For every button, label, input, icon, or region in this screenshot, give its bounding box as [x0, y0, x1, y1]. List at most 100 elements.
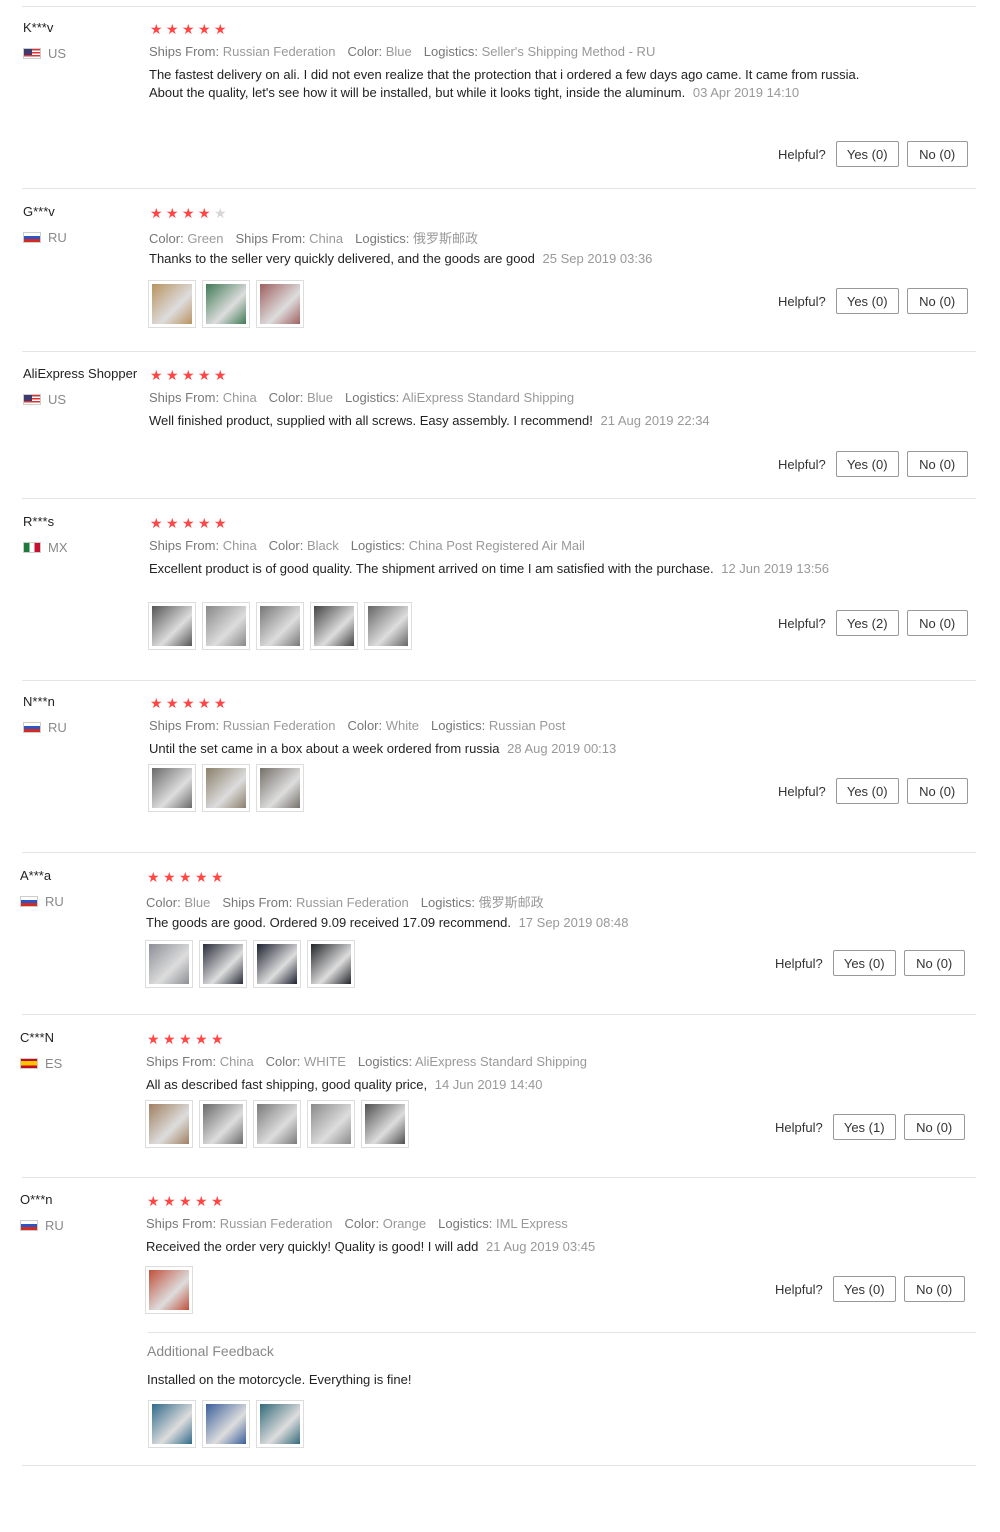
helpful-yes-button[interactable]: Yes (0)	[835, 778, 899, 804]
review-photo-image	[311, 1104, 351, 1144]
review-photos	[145, 1266, 193, 1314]
review-photo-image	[149, 1104, 189, 1144]
reviewer-name: K***v	[23, 20, 54, 35]
meta-key: Color:	[344, 1216, 380, 1231]
star-rating: ★ ★ ★ ★ ★	[150, 516, 230, 530]
helpful-yes-button[interactable]: Yes (0)	[835, 141, 899, 167]
review-photo[interactable]	[256, 280, 304, 328]
mx-flag-icon	[23, 542, 41, 553]
helpful-no-button[interactable]: No (0)	[903, 1276, 965, 1302]
additional-photo[interactable]	[148, 1400, 196, 1448]
meta-key: Ships From:	[235, 231, 306, 246]
helpful-yes-button[interactable]: Yes (0)	[835, 451, 899, 477]
helpful-yes-button[interactable]: Yes (0)	[832, 1276, 896, 1302]
helpful-no-button[interactable]: No (0)	[903, 1114, 965, 1140]
helpful-yes-button[interactable]: Yes (0)	[835, 288, 899, 314]
helpful-no-button[interactable]: No (0)	[906, 141, 968, 167]
helpful-label: Helpful?	[778, 146, 826, 162]
star-filled-icon: ★	[182, 205, 195, 221]
helpful-yes-button[interactable]: Yes (2)	[835, 610, 899, 636]
reviewer-country: US	[23, 46, 66, 61]
review-photo[interactable]	[364, 602, 412, 650]
helpful-yes-button[interactable]: Yes (1)	[832, 1114, 896, 1140]
meta-value: AliExpress Standard Shipping	[402, 390, 575, 405]
meta-value: Orange	[382, 1216, 427, 1231]
meta-value: China	[309, 231, 344, 246]
helpful-controls: Helpful? Yes (1) No (0)	[775, 1114, 965, 1140]
country-code: RU	[45, 894, 64, 909]
review-photo[interactable]	[145, 940, 193, 988]
helpful-no-button[interactable]: No (0)	[903, 950, 965, 976]
review-photo[interactable]	[202, 280, 250, 328]
helpful-label: Helpful?	[775, 1119, 823, 1135]
divider	[22, 498, 976, 499]
ru-flag-icon	[23, 722, 41, 733]
additional-photo[interactable]	[256, 1400, 304, 1448]
meta-value: China Post Registered Air Mail	[408, 538, 585, 553]
es-flag-icon	[20, 1058, 38, 1069]
helpful-no-button[interactable]: No (0)	[906, 451, 968, 477]
country-code: US	[48, 392, 67, 407]
additional-feedback-photos	[148, 1400, 304, 1448]
review-photo[interactable]	[310, 602, 358, 650]
star-filled-icon: ★	[179, 1193, 192, 1209]
country-code: RU	[48, 230, 67, 245]
star-filled-icon: ★	[214, 695, 227, 711]
review-photo[interactable]	[307, 1100, 355, 1148]
meta-key: Logistics:	[357, 1054, 413, 1069]
review-photo-image	[314, 606, 354, 646]
review-meta: Ships From: Russian Federation Color: Ora…	[146, 1216, 580, 1231]
review-photo[interactable]	[202, 764, 250, 812]
meta-value: White	[385, 718, 419, 733]
review-meta: Ships From: China Color: Black Logistics: …	[149, 538, 597, 553]
review-photo[interactable]	[199, 1100, 247, 1148]
review-meta: Color: Green Ships From: China Logistics: …	[149, 228, 490, 247]
meta-key: Ships From:	[146, 1216, 217, 1231]
meta-key: Color:	[146, 895, 181, 910]
review-photo-image	[260, 1404, 300, 1444]
meta-key: Logistics:	[420, 895, 475, 910]
review-date: 21 Aug 2019 03:45	[486, 1239, 596, 1254]
review-body: Received the order very quickly! Quality…	[146, 1239, 479, 1254]
review-photo[interactable]	[202, 602, 250, 650]
review-photo[interactable]	[361, 1100, 409, 1148]
meta-key: Color:	[149, 231, 184, 246]
country-code: RU	[45, 1218, 64, 1233]
review-photo[interactable]	[256, 764, 304, 812]
helpful-no-button[interactable]: No (0)	[906, 778, 968, 804]
review-photo-image	[203, 1104, 243, 1144]
star-filled-icon: ★	[147, 1193, 160, 1209]
review-photo[interactable]	[148, 764, 196, 812]
helpful-yes-button[interactable]: Yes (0)	[832, 950, 896, 976]
review-photo[interactable]	[148, 280, 196, 328]
star-filled-icon: ★	[211, 1193, 224, 1209]
star-filled-icon: ★	[150, 515, 163, 531]
review-photo[interactable]	[307, 940, 355, 988]
helpful-controls: Helpful? Yes (0) No (0)	[775, 1276, 965, 1302]
review-photo[interactable]	[145, 1100, 193, 1148]
meta-value: China	[219, 1054, 254, 1069]
review-photo[interactable]	[145, 1266, 193, 1314]
divider	[22, 1177, 976, 1178]
reviewer-country: RU	[23, 720, 67, 735]
helpful-no-button[interactable]: No (0)	[906, 610, 968, 636]
star-rating: ★ ★ ★ ★ ★	[150, 22, 230, 36]
meta-value: Seller's Shipping Method - RU	[481, 44, 656, 59]
review-photo[interactable]	[253, 1100, 301, 1148]
review-photo[interactable]	[199, 940, 247, 988]
additional-photo[interactable]	[202, 1400, 250, 1448]
meta-value: IML Express	[495, 1216, 568, 1231]
review-date: 21 Aug 2019 22:34	[600, 413, 710, 428]
review-photos	[148, 280, 304, 328]
meta-key: Logistics:	[430, 718, 486, 733]
meta-key: Logistics:	[438, 1216, 493, 1231]
review-photo[interactable]	[148, 602, 196, 650]
star-filled-icon: ★	[166, 205, 179, 221]
review-photo-image	[152, 284, 192, 324]
review-photo[interactable]	[256, 602, 304, 650]
review-photo[interactable]	[253, 940, 301, 988]
review-text: Received the order very quickly! Quality…	[146, 1238, 861, 1256]
reviewer-name: A***a	[20, 868, 52, 883]
meta-key: Ships From:	[149, 718, 220, 733]
helpful-no-button[interactable]: No (0)	[906, 288, 968, 314]
